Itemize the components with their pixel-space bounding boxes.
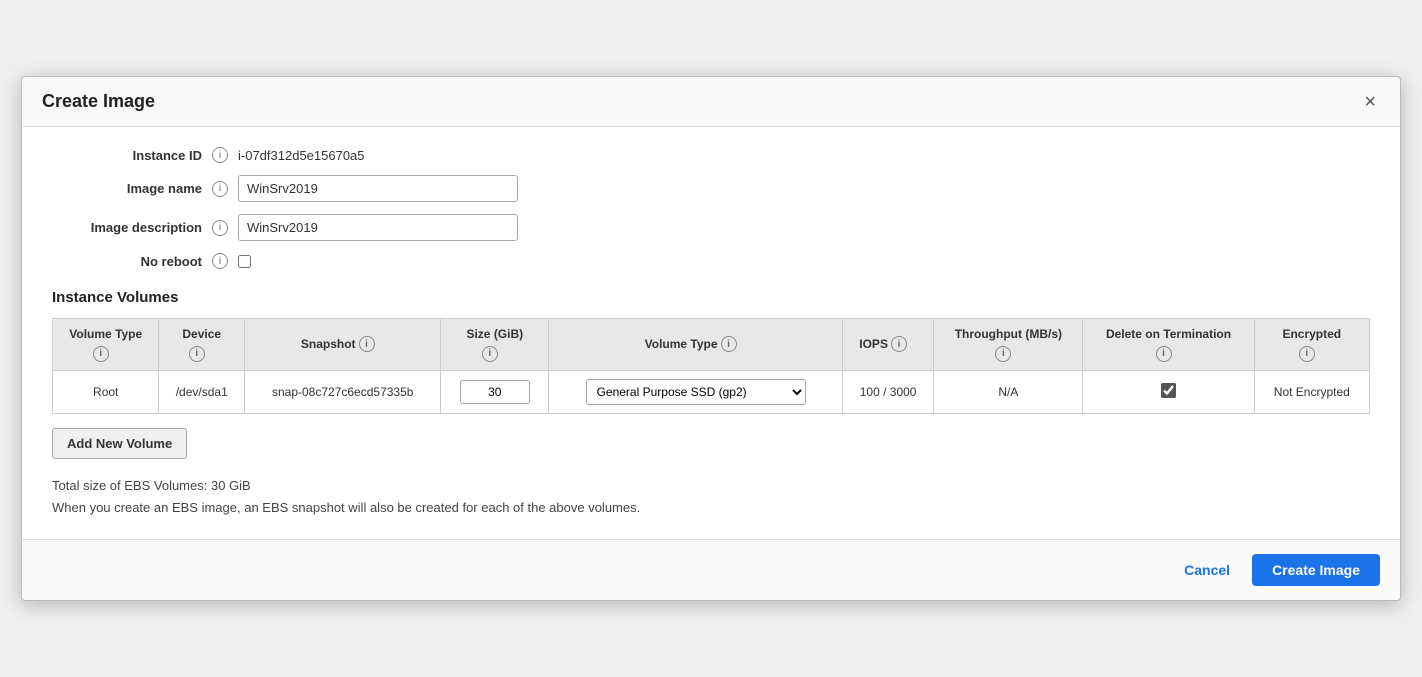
volume-type-select[interactable]: General Purpose SSD (gp2)General Purpose… (586, 379, 806, 405)
cell-iops: 100 / 3000 (842, 370, 933, 413)
image-description-info-icon: i (212, 220, 228, 236)
instance-id-row: Instance ID i i-07df312d5e15670a5 (52, 147, 1370, 163)
col-iops-info-icon: i (891, 336, 907, 352)
instance-id-value: i-07df312d5e15670a5 (238, 148, 365, 163)
form-section: Instance ID i i-07df312d5e15670a5 Image … (52, 147, 1370, 269)
col-encrypted-info-icon: i (1299, 346, 1315, 362)
col-throughput-info-icon: i (995, 346, 1011, 362)
dialog-title: Create Image (42, 91, 155, 112)
col-volume-type-col: Volume Type i (549, 319, 843, 371)
delete-on-termination-checkbox[interactable] (1161, 383, 1176, 398)
col-snapshot: Snapshot i (245, 319, 441, 371)
col-delete-on-termination: Delete on Termination i (1083, 319, 1254, 371)
image-name-row: Image name i (52, 175, 1370, 202)
create-image-dialog: Create Image × Instance ID i i-07df312d5… (21, 76, 1401, 601)
col-size: Size (GiB) i (441, 319, 549, 371)
cancel-button[interactable]: Cancel (1174, 556, 1240, 584)
cell-throughput: N/A (934, 370, 1083, 413)
dialog-body: Instance ID i i-07df312d5e15670a5 Image … (22, 127, 1400, 539)
dialog-footer: Cancel Create Image (22, 539, 1400, 600)
cell-size[interactable] (441, 370, 549, 413)
table-row: Root/dev/sda1snap-08c727c6ecd57335b Gener… (53, 370, 1370, 413)
no-reboot-label: No reboot (52, 254, 212, 269)
size-input[interactable] (460, 380, 530, 404)
cell-volume-type: Root (53, 370, 159, 413)
cell-snapshot: snap-08c727c6ecd57335b (245, 370, 441, 413)
instance-id-info-icon: i (212, 147, 228, 163)
col-volume-type-col-info-icon: i (721, 336, 737, 352)
col-snapshot-info-icon: i (359, 336, 375, 352)
cell-delete-on-termination[interactable] (1083, 370, 1254, 413)
image-description-label: Image description (52, 220, 212, 235)
add-new-volume-button[interactable]: Add New Volume (52, 428, 187, 459)
cell-encrypted: Not Encrypted (1254, 370, 1369, 413)
cell-volume-type-select[interactable]: General Purpose SSD (gp2)General Purpose… (549, 370, 843, 413)
no-reboot-checkbox[interactable] (238, 255, 251, 268)
cell-device: /dev/sda1 (159, 370, 245, 413)
image-name-info-icon: i (212, 181, 228, 197)
no-reboot-row: No reboot i (52, 253, 1370, 269)
instance-id-label: Instance ID (52, 148, 212, 163)
col-device-info-icon: i (189, 346, 205, 362)
image-description-input[interactable] (238, 214, 518, 241)
info-text: Total size of EBS Volumes: 30 GiB When y… (52, 475, 1370, 519)
col-size-info-icon: i (482, 346, 498, 362)
col-device: Device i (159, 319, 245, 371)
close-button[interactable]: × (1360, 92, 1380, 112)
no-reboot-info-icon: i (212, 253, 228, 269)
dialog-header: Create Image × (22, 77, 1400, 127)
col-encrypted: Encrypted i (1254, 319, 1369, 371)
col-iops: IOPS i (842, 319, 933, 371)
info-text-1: Total size of EBS Volumes: 30 GiB (52, 475, 1370, 497)
image-name-label: Image name (52, 181, 212, 196)
col-throughput: Throughput (MB/s) i (934, 319, 1083, 371)
info-text-2: When you create an EBS image, an EBS sna… (52, 497, 1370, 519)
table-header-row: Volume Type i Device i (53, 319, 1370, 371)
image-description-row: Image description i (52, 214, 1370, 241)
volumes-table: Volume Type i Device i (52, 318, 1370, 414)
create-image-button[interactable]: Create Image (1252, 554, 1380, 586)
col-volume-type-info-icon: i (93, 346, 109, 362)
volumes-section-title: Instance Volumes (52, 289, 1370, 306)
col-volume-type: Volume Type i (53, 319, 159, 371)
col-dot-info-icon: i (1156, 346, 1172, 362)
image-name-input[interactable] (238, 175, 518, 202)
